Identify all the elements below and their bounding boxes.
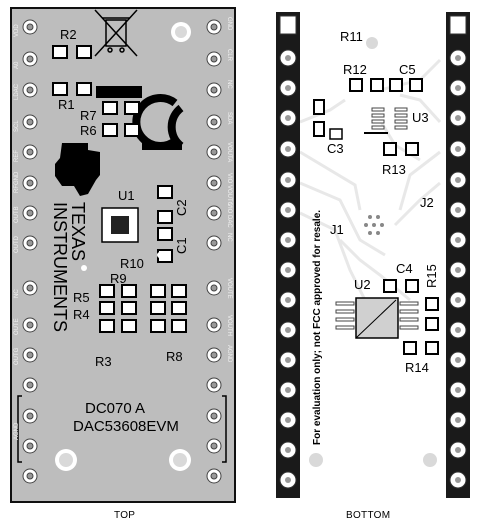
ref-c4: C4: [396, 261, 413, 276]
top-left-pin-label: SCL: [14, 120, 20, 132]
ref-r6: R6: [80, 123, 97, 138]
fcc-notice: For evaluation only; not FCC approved fo…: [312, 209, 323, 445]
board-id: DC070 A: [85, 400, 146, 417]
brand-texas: TEXAS: [68, 202, 88, 262]
ref-r5: R5: [73, 290, 90, 305]
ref-r10: R10: [120, 256, 144, 271]
top-left-pin-label: OUTB: [14, 206, 20, 223]
ref-r4: R4: [73, 307, 90, 322]
top-right-pin-label: SDA: [226, 112, 232, 125]
top-left-pin-label: OUTG: [14, 347, 20, 365]
top-left-pin-label: LDAC: [14, 83, 20, 100]
top-right-pin-label: AGND: [226, 345, 232, 363]
caption-bottom: BOTTOM: [346, 510, 391, 521]
top-right-pin-label: GND: [226, 17, 232, 31]
top-left-pin-label: REF: [14, 150, 20, 162]
top-right-pin-label: NC: [226, 233, 232, 242]
ref-r7: R7: [80, 108, 97, 123]
top-right-pin-label: VIO VOUTC: [226, 173, 232, 207]
ref-r15: R15: [424, 264, 439, 288]
ref-r13: R13: [382, 162, 406, 177]
ref-r14: R14: [405, 360, 429, 375]
ref-u2: U2: [354, 277, 371, 292]
top-right-pin-label: VOUTE: [226, 278, 232, 299]
top-left-pin-label: OUTE: [14, 318, 20, 335]
ref-j1: J1: [330, 222, 344, 237]
ref-r11: R11: [340, 29, 363, 44]
ref-c2: C2: [174, 199, 189, 216]
ref-r3: R3: [95, 354, 112, 369]
top-left-pin-label: A0: [14, 61, 20, 69]
top-left-pin-label: RFGND: [14, 171, 20, 193]
top-right-pin-label: NC: [226, 80, 232, 89]
ref-c5: C5: [399, 62, 416, 77]
ref-u1: U1: [118, 188, 135, 203]
top-right-pin-label: VOUTH: [226, 315, 232, 336]
ref-r9: R9: [110, 271, 127, 286]
top-right-pin-label: VOUTA: [226, 142, 232, 163]
ref-r1: R1: [58, 97, 75, 112]
ref-j2: J2: [420, 195, 434, 210]
top-left-pin-label: VDD: [14, 24, 20, 37]
ref-c3: C3: [327, 141, 344, 156]
board-name: DAC53608EVM: [73, 418, 179, 435]
ref-u3: U3: [412, 110, 429, 125]
ref-r8: R8: [166, 349, 183, 364]
top-right-pin-label: CLR: [226, 49, 232, 62]
top-left-pin-label: AGND: [14, 422, 20, 440]
brand-instruments: INSTRUMENTS: [50, 202, 70, 332]
caption-top: TOP: [114, 510, 136, 521]
top-left-pin-label: NC: [14, 289, 20, 298]
ref-c1: C1: [174, 237, 189, 254]
ref-r12: R12: [343, 62, 367, 77]
ref-r2: R2: [60, 27, 77, 42]
top-left-pin-label: OUTD: [14, 236, 20, 253]
top-right-pin-label: VIO DAC: [226, 203, 232, 228]
